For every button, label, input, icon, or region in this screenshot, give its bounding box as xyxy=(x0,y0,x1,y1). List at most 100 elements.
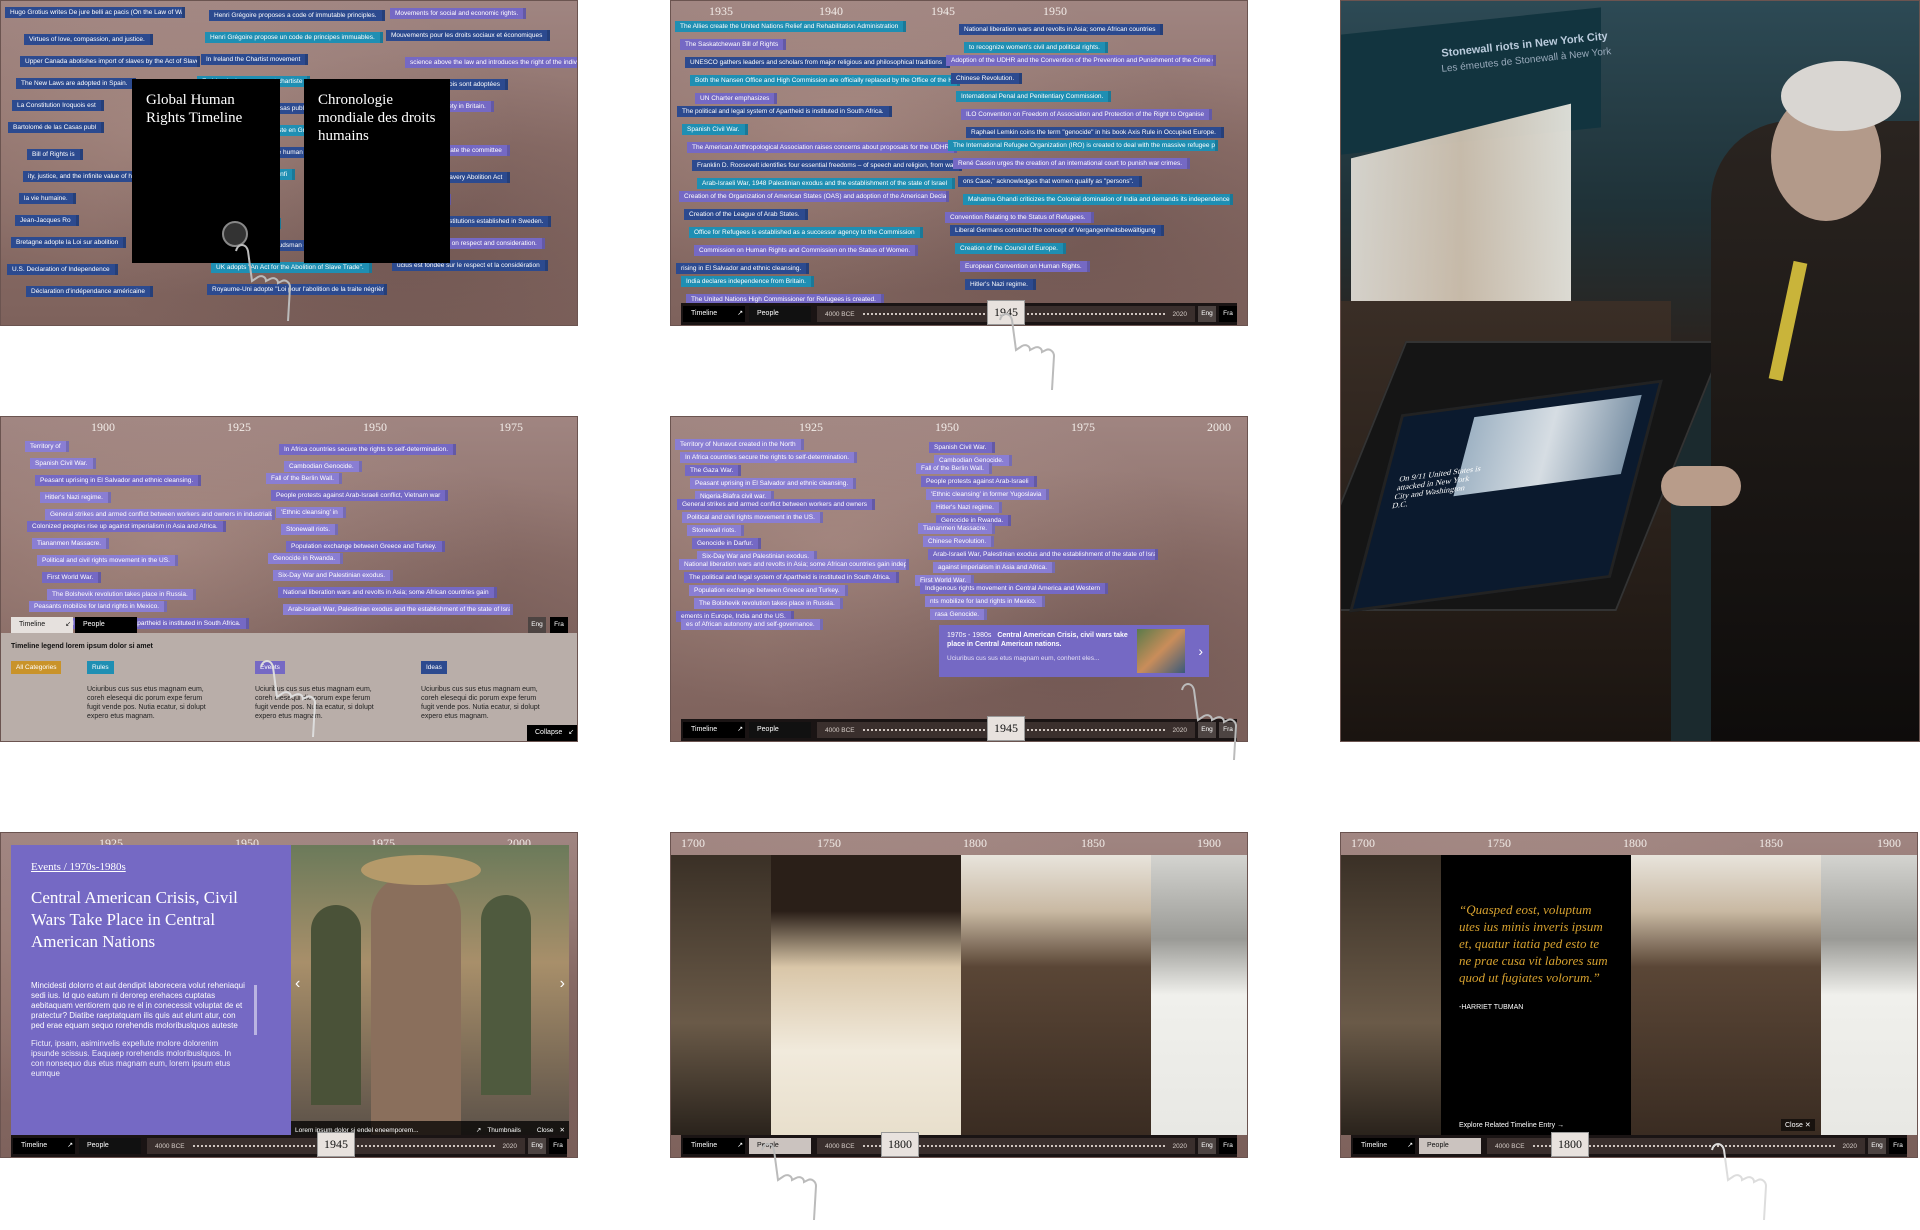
timeline-entry[interactable]: The political and legal system of Aparth… xyxy=(677,106,892,117)
timeline-entry[interactable]: Six-Day War and Palestinian exodus. xyxy=(273,570,394,581)
timeline-scrubber[interactable]: 4000 BCE 2020 1800 xyxy=(1487,1132,1865,1157)
timeline-entry[interactable]: In Africa countries secure the rights to… xyxy=(279,444,457,455)
timeline-tab[interactable]: Timeline ↗ xyxy=(1353,1138,1415,1154)
timeline-entry[interactable]: Political and civil rights movement in t… xyxy=(682,512,823,523)
timeline-entry[interactable]: Henri Grégoire proposes a code of immuta… xyxy=(209,10,385,21)
timeline-entry[interactable]: rasa Genocide. xyxy=(930,609,988,620)
timeline-entry[interactable]: Genocide in Rwanda. xyxy=(268,553,344,564)
timeline-entry[interactable]: Tiananmen Massacre. xyxy=(918,523,996,534)
timeline-entry[interactable]: Peasant uprising in El Salvador and ethn… xyxy=(35,475,202,486)
people-tab[interactable]: People xyxy=(1419,1138,1481,1154)
language-english-button[interactable]: Eng xyxy=(1198,1138,1216,1154)
timeline-entry[interactable]: Creation of the League of Arab States. xyxy=(684,209,808,220)
timeline-entry[interactable]: Office for Refugees is established as a … xyxy=(689,227,923,238)
timeline-entry[interactable]: Mahatma Ghandi criticizes the Colonial d… xyxy=(963,194,1233,205)
portrait-suffragette[interactable] xyxy=(1151,855,1247,1135)
timeline-entry[interactable]: Franklin D. Roosevelt identifies four es… xyxy=(692,160,962,171)
timeline-entry[interactable]: Hitler's Nazi regime. xyxy=(931,502,1002,513)
people-tab[interactable]: People xyxy=(749,722,811,738)
timeline-entry[interactable]: Hitler's Nazi regime. xyxy=(40,492,111,503)
explore-related-button[interactable]: Explore Related Timeline Entry → xyxy=(1459,1122,1564,1129)
portrait-mary-wollstonecraft[interactable] xyxy=(771,855,961,1135)
timeline-entry[interactable]: La Constitution Iroquois est xyxy=(12,100,104,111)
timeline-entry[interactable]: Arab-Israeli War, Palestinian exodus and… xyxy=(928,549,1158,560)
timeline-entry[interactable]: Henri Grégoire propose un code de princi… xyxy=(205,32,383,43)
timeline-entry[interactable]: Adoption of the UDHR and the Convention … xyxy=(946,55,1216,66)
timeline-scrubber[interactable]: 4000 BCE 2020 1800 xyxy=(817,1132,1195,1157)
language-french-button[interactable]: Fra xyxy=(550,617,568,633)
timeline-entry[interactable]: The Bolshevik revolution takes place in … xyxy=(47,589,196,600)
timeline-entry[interactable]: UN Charter emphasizes xyxy=(695,93,778,104)
timeline-entry[interactable]: The Allies create the United Nations Rel… xyxy=(675,21,907,32)
timeline-tab[interactable]: Timeline ↗ xyxy=(683,1138,745,1154)
timeline-entry[interactable]: Territory of xyxy=(25,441,69,452)
timeline-entry[interactable]: Political and civil rights movement in t… xyxy=(37,555,178,566)
portrait-suffragette[interactable] xyxy=(1821,855,1917,1135)
timeline-tab[interactable]: Timeline ↗ xyxy=(683,306,745,322)
timeline-entry[interactable]: Bretagne adopte la Loi sur abolition xyxy=(11,237,127,248)
people-tab[interactable]: People xyxy=(75,617,137,633)
timeline-entry[interactable]: The Gaza War. xyxy=(685,465,742,476)
timeline-entry[interactable]: to recognize women's civil and political… xyxy=(964,42,1108,53)
timeline-entry[interactable]: Spanish Civil War. xyxy=(682,124,748,135)
close-icon[interactable]: ✕ xyxy=(560,1126,565,1134)
timeline-entry[interactable]: UNESCO gathers leaders and scholars from… xyxy=(685,57,951,68)
scrubber-year-handle[interactable]: 1945 xyxy=(317,1132,355,1157)
timeline-entry[interactable]: National liberation wars and revolts in … xyxy=(959,24,1164,35)
timeline-entry[interactable]: Creation of the Council of Europe. xyxy=(955,243,1066,254)
timeline-entry[interactable]: ILO Convention on Freedom of Association… xyxy=(961,109,1213,120)
timeline-entry[interactable]: International Penal and Penitentiary Com… xyxy=(956,91,1112,102)
timeline-entry[interactable]: Population exchange between Greece and T… xyxy=(689,585,848,596)
people-tab[interactable]: People xyxy=(749,306,811,322)
timeline-scrubber[interactable]: 4000 BCE 2020 1945 xyxy=(817,716,1195,741)
timeline-entry[interactable]: Hugo Grotius writes De jure belli ac pac… xyxy=(5,7,185,18)
portrait-harriet-tubman[interactable] xyxy=(961,855,1151,1135)
timeline-entry[interactable]: The political and legal system of Aparth… xyxy=(684,572,899,583)
chevron-right-icon[interactable]: › xyxy=(560,975,565,993)
language-french-button[interactable]: Fra xyxy=(1219,1138,1237,1154)
close-button[interactable]: Close xyxy=(537,1127,554,1134)
language-english-button[interactable]: Eng xyxy=(528,617,546,633)
timeline-entry[interactable]: First World War. xyxy=(42,572,102,583)
timeline-entry[interactable]: Genocide in Darfur. xyxy=(692,538,762,549)
timeline-entry[interactable]: Arab-Israeli War, 1948 Palestinian exodu… xyxy=(697,178,956,189)
timeline-entry[interactable]: es of African autonomy and self-governan… xyxy=(681,619,823,630)
timeline-entry[interactable]: Creation of the Organization of American… xyxy=(679,191,949,202)
scrubber-year-handle[interactable]: 1800 xyxy=(1551,1132,1589,1157)
timeline-entry[interactable]: ons Case," acknowledges that women quali… xyxy=(958,176,1142,187)
timeline-entry[interactable]: nts mobilize for land rights in Mexico. xyxy=(925,596,1045,607)
event-popup[interactable]: 1970s - 1980s Central American Crisis, c… xyxy=(939,625,1209,677)
timeline-entry[interactable]: Cambodian Genocide. xyxy=(284,461,362,472)
close-button[interactable]: Close ✕ xyxy=(1781,1119,1815,1131)
timeline-entry[interactable]: National liberation wars and revolts in … xyxy=(679,559,909,570)
timeline-entry[interactable]: Chinese Revolution. xyxy=(951,73,1023,84)
timeline-entry[interactable]: Virtues of love, compassion, and justice… xyxy=(24,34,153,45)
timeline-entry[interactable]: Population exchange between Greece and T… xyxy=(286,541,445,552)
timeline-entry[interactable]: Upper Canada abolishes import of slaves … xyxy=(20,56,200,67)
legend-category-rules[interactable]: Rules xyxy=(87,661,114,674)
timeline-scrubber[interactable]: 4000 BCE 2020 1945 xyxy=(147,1132,525,1157)
scrubber-year-handle[interactable]: 1800 xyxy=(881,1132,919,1157)
thumbnails-button[interactable]: Thumbnails xyxy=(487,1127,521,1134)
scroll-indicator[interactable] xyxy=(254,985,257,1035)
timeline-entry[interactable]: la vie humaine. xyxy=(19,193,76,204)
timeline-tab[interactable]: Timeline ↙ xyxy=(11,617,73,633)
timeline-entry[interactable]: The Bolshevik revolution takes place in … xyxy=(694,598,843,609)
timeline-entry[interactable]: Raphael Lemkin coins the term "genocide"… xyxy=(966,127,1224,138)
timeline-entry[interactable]: Chinese Revolution. xyxy=(923,536,995,547)
timeline-entry[interactable]: European Convention on Human Rights. xyxy=(960,261,1090,272)
timeline-entry[interactable]: Hitler's Nazi regime. xyxy=(965,279,1036,290)
language-english-button[interactable]: Eng xyxy=(528,1138,546,1154)
portrait-thomas-paine[interactable] xyxy=(671,855,771,1135)
timeline-entry[interactable]: U.S. Declaration of Independence xyxy=(7,264,118,275)
timeline-entry[interactable]: General strikes and armed conflict betwe… xyxy=(45,509,275,520)
timeline-entry[interactable]: Colonized peoples rise up against imperi… xyxy=(27,521,226,532)
timeline-entry[interactable]: Bill of Rights is xyxy=(27,149,83,160)
timeline-entry[interactable]: Bartolomé de las Casas publ xyxy=(8,122,105,133)
timeline-entry[interactable]: Indigenous rights movement in Central Am… xyxy=(920,583,1109,594)
timeline-entry[interactable]: Stonewall riots. xyxy=(281,524,339,535)
expand-icon[interactable]: ↗ xyxy=(476,1126,481,1134)
scrubber-year-handle[interactable]: 1945 xyxy=(987,716,1025,741)
language-english-button[interactable]: Eng xyxy=(1868,1138,1886,1154)
timeline-entry[interactable]: People protests against Arab-Israeli xyxy=(921,476,1037,487)
